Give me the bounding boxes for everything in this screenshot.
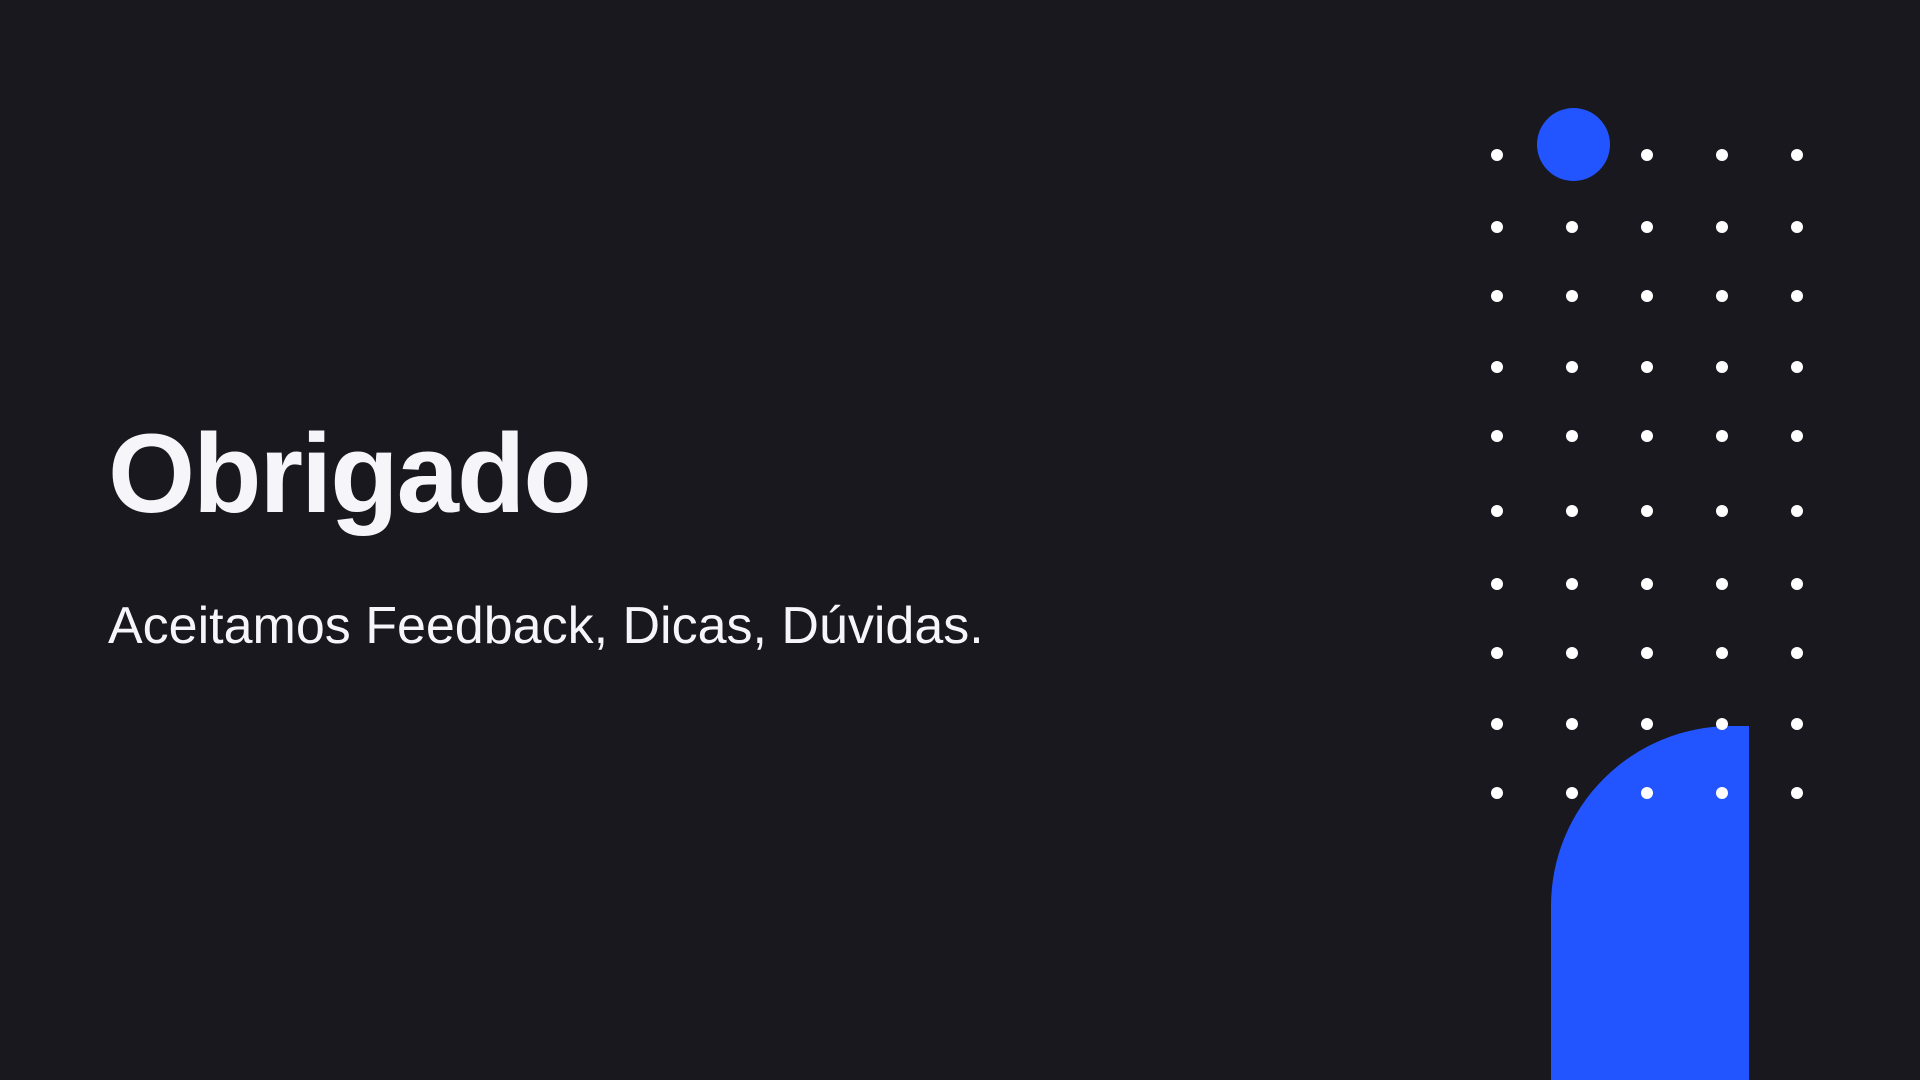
slide-title: Obrigado (108, 411, 592, 536)
accent-circle (1537, 108, 1610, 181)
grid-dot (1641, 430, 1653, 442)
grid-dot (1566, 647, 1578, 659)
grid-dot (1791, 361, 1803, 373)
grid-dot (1491, 221, 1503, 233)
grid-dot (1716, 647, 1728, 659)
grid-dot (1791, 647, 1803, 659)
grid-dot (1566, 221, 1578, 233)
grid-dot (1491, 361, 1503, 373)
grid-dot (1641, 718, 1653, 730)
grid-dot (1566, 505, 1578, 517)
grid-dot (1791, 578, 1803, 590)
grid-dot (1566, 787, 1578, 799)
grid-dot (1491, 505, 1503, 517)
grid-dot (1491, 647, 1503, 659)
grid-dot (1716, 787, 1728, 799)
grid-dot (1641, 361, 1653, 373)
grid-dot (1791, 718, 1803, 730)
grid-dot (1566, 290, 1578, 302)
grid-dot (1641, 221, 1653, 233)
grid-dot (1791, 290, 1803, 302)
grid-dot (1491, 787, 1503, 799)
grid-dot (1716, 505, 1728, 517)
grid-dot (1641, 505, 1653, 517)
grid-dot (1566, 578, 1578, 590)
grid-dot (1716, 578, 1728, 590)
grid-dot (1716, 430, 1728, 442)
grid-dot (1491, 290, 1503, 302)
grid-dot (1641, 290, 1653, 302)
grid-dot (1566, 430, 1578, 442)
grid-dot (1791, 430, 1803, 442)
grid-dot (1716, 221, 1728, 233)
grid-dot (1641, 787, 1653, 799)
accent-arch (1551, 726, 1749, 1080)
grid-dot (1716, 361, 1728, 373)
grid-dot (1491, 430, 1503, 442)
grid-dot (1791, 221, 1803, 233)
grid-dot (1791, 505, 1803, 517)
grid-dot (1791, 149, 1803, 161)
grid-dot (1566, 361, 1578, 373)
grid-dot (1491, 578, 1503, 590)
grid-dot (1491, 718, 1503, 730)
grid-dot (1716, 290, 1728, 302)
grid-dot (1641, 647, 1653, 659)
grid-dot (1791, 787, 1803, 799)
grid-dot (1716, 149, 1728, 161)
grid-dot (1641, 149, 1653, 161)
slide-subtitle: Aceitamos Feedback, Dicas, Dúvidas. (108, 597, 984, 655)
slide: Obrigado Aceitamos Feedback, Dicas, Dúvi… (0, 0, 1920, 1080)
grid-dot (1716, 718, 1728, 730)
grid-dot (1491, 149, 1503, 161)
grid-dot (1641, 578, 1653, 590)
grid-dot (1566, 718, 1578, 730)
